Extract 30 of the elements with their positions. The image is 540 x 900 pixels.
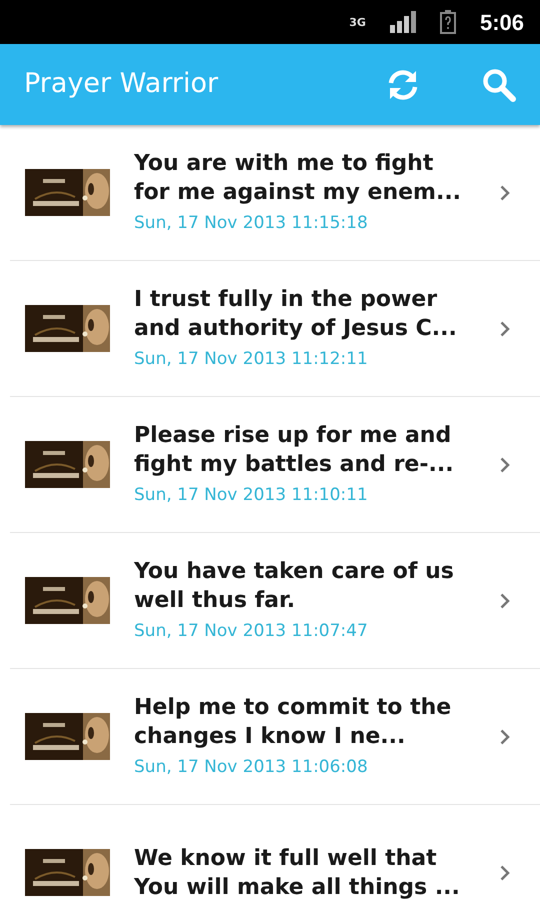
chevron-right-icon <box>500 864 510 880</box>
prayer-list-item[interactable]: Help me to commit to the changes I know I ne... Sun, 17 Nov 2013 11:06:08 <box>10 669 540 805</box>
chevron-right-icon <box>500 456 510 472</box>
network-type-icon: 3G <box>349 16 366 28</box>
chevron-right-icon <box>500 184 510 200</box>
prayer-date: Sun, 17 Nov 2013 11:15:18 <box>134 212 369 235</box>
prayer-date: Sun, 17 Nov 2013 11:07:47 <box>134 620 369 643</box>
prayer-date: Sun, 17 Nov 2013 11:10:11 <box>134 484 369 507</box>
chevron-right-icon <box>500 592 510 608</box>
prayer-list-item[interactable]: You are with me to fight for me against my enem... Sun, 17 Nov 2013 11:15:18 <box>10 125 540 261</box>
clock: 5:06 <box>480 8 524 36</box>
chevron-right-icon <box>500 728 510 744</box>
prayer-list-item[interactable]: You have taken care of us well thus far. Sun, 17 Nov 2013 11:07:47 <box>10 533 540 669</box>
app-title: Prayer Warrior <box>24 67 218 102</box>
chevron-right-icon <box>500 320 510 336</box>
prayer-title: You have taken care of us well thus far. <box>134 558 455 615</box>
search-icon[interactable] <box>482 68 516 102</box>
prayer-list-item[interactable]: Please rise up for me and fight my battles and re-... Sun, 17 Nov 2013 11:10:11 <box>10 397 540 533</box>
refresh-icon[interactable] <box>386 68 420 102</box>
prayer-list-item[interactable]: We know it full well that You will make all things ... <box>10 805 540 900</box>
prayer-date: Sun, 17 Nov 2013 11:06:08 <box>134 756 369 779</box>
prayer-title: Help me to commit to the changes I know I ne... <box>134 694 452 751</box>
prayer-title: You are with me to fight for me against my enem... <box>134 150 462 207</box>
signal-icon <box>390 11 416 33</box>
prayer-title: I trust fully in the power and authority of Jesus C... <box>134 286 458 343</box>
prayer-list-item[interactable]: I trust fully in the power and authority of Jesus C... Sun, 17 Nov 2013 11:12:11 <box>10 261 540 397</box>
battery-icon <box>440 10 456 34</box>
prayer-title: We know it full well that You will make all things ... <box>134 844 461 900</box>
prayer-title: Please rise up for me and fight my battles and re-... <box>134 422 455 479</box>
prayer-date: Sun, 17 Nov 2013 11:12:11 <box>134 348 369 371</box>
